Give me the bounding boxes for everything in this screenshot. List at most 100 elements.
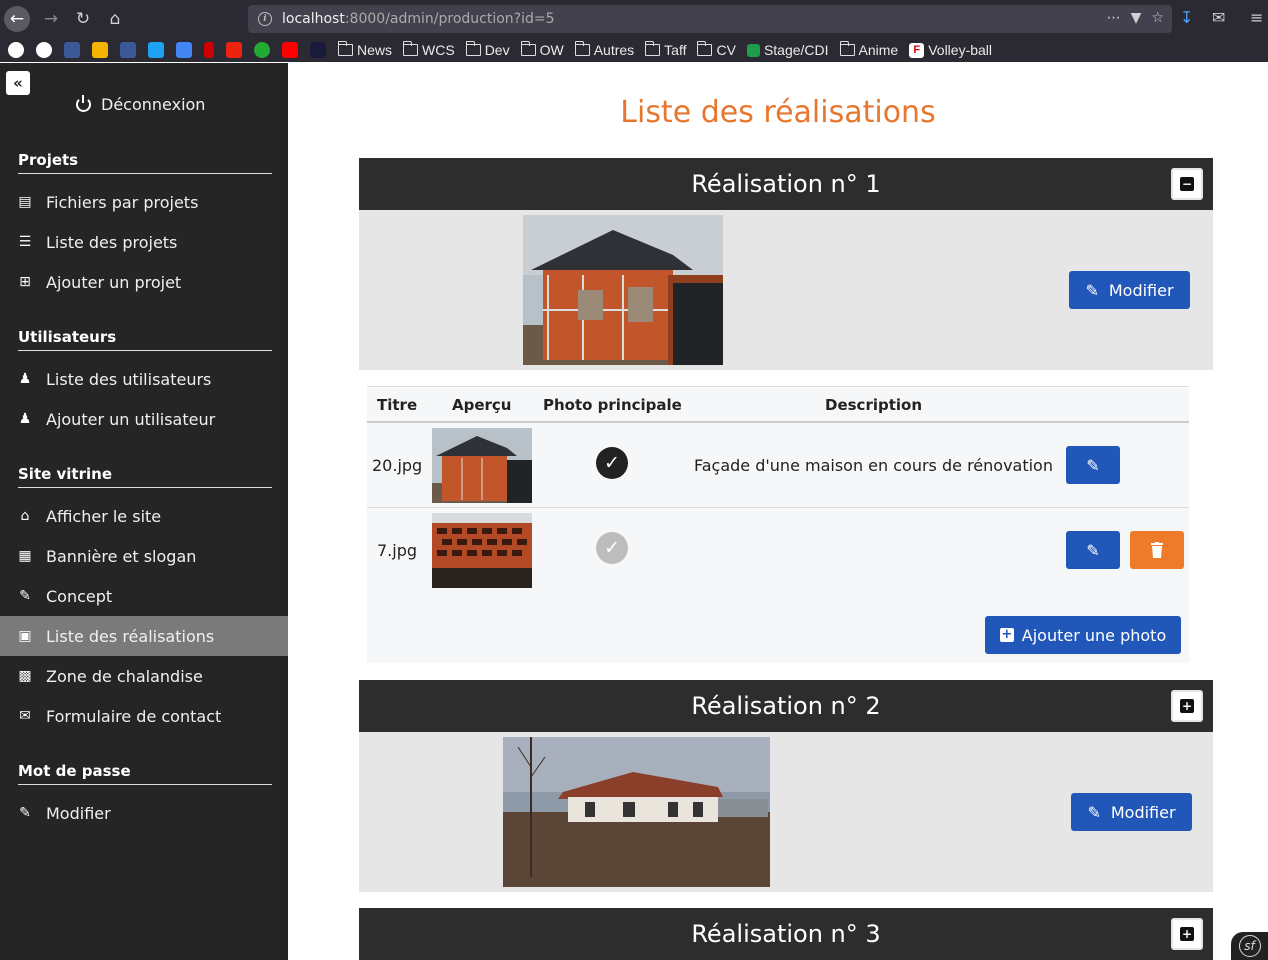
bookmark-dev[interactable]: Dev — [465, 41, 510, 58]
sidebar-item-label: Formulaire de contact — [46, 706, 222, 726]
sidebar-item-realisations[interactable]: ▣ Liste des réalisations — [0, 616, 288, 656]
page-title: Liste des réalisations — [620, 95, 936, 130]
table-header-divider — [367, 421, 1189, 423]
symfony-toolbar-icon[interactable]: sf — [1231, 932, 1268, 960]
sidebar-item-label: Liste des réalisations — [46, 626, 215, 646]
bookmark-anime[interactable]: Anime — [839, 41, 898, 58]
home-icon[interactable]: ⌂ — [102, 6, 128, 32]
pencil-icon: ✎ — [1087, 802, 1101, 822]
col-apercu: Aperçu — [452, 396, 512, 414]
sidebar-item-concept[interactable]: ✎ Concept — [0, 576, 288, 616]
edit-photo-button[interactable]: ✎ — [1066, 531, 1120, 569]
star-icon[interactable]: ☆ — [1151, 10, 1164, 26]
translate-icon[interactable] — [176, 42, 192, 58]
plus-square-icon: + — [1180, 927, 1194, 941]
realisation-header: Réalisation n° 2 + — [359, 680, 1213, 732]
bookmark-news[interactable]: News — [338, 41, 392, 58]
section-title-mot-de-passe: Mot de passe — [18, 762, 272, 785]
sidebar-item-banniere[interactable]: ▦ Bannière et slogan — [0, 536, 288, 576]
edit-icon: ✎ — [19, 588, 31, 604]
twitter-icon[interactable] — [148, 42, 164, 58]
main-photo-check-icon: ✓ — [596, 447, 628, 479]
edit-photo-button[interactable]: ✎ — [1066, 446, 1120, 484]
info-icon[interactable]: i — [258, 12, 272, 26]
sidebar-item-afficher-site[interactable]: ⌂ Afficher le site — [0, 496, 288, 536]
trash-icon — [1151, 542, 1163, 558]
url-bar[interactable]: i localhost:8000/admin/production?id=5 ⋯… — [248, 5, 1172, 33]
sidebar-item-modifier-mdp[interactable]: ✎ Modifier — [0, 793, 288, 833]
bookmark-volley[interactable]: F Volley-ball — [909, 42, 992, 58]
folder-icon — [338, 41, 353, 56]
realisation-main-photo — [523, 215, 723, 365]
users-icon: ♟ — [18, 371, 32, 387]
sidebar-item-fichiers[interactable]: ▤ Fichiers par projets — [0, 182, 288, 222]
forward-icon[interactable]: → — [38, 6, 64, 32]
download-icon[interactable]: ↧ — [1180, 8, 1193, 27]
sidebar-item-liste-projets[interactable]: ☰ Liste des projets — [0, 222, 288, 262]
mail-icon[interactable]: ✉ — [1212, 8, 1225, 27]
epic-icon[interactable] — [310, 42, 326, 58]
folder-icon — [697, 41, 713, 56]
sidebar-item-label: Modifier — [46, 803, 111, 823]
expand-button[interactable]: + — [1171, 918, 1203, 950]
folder-icon — [520, 41, 536, 56]
collapse-sidebar-button[interactable]: « — [6, 71, 30, 95]
feedly-icon[interactable] — [254, 42, 270, 58]
bookmark-wcs[interactable]: WCS — [403, 41, 455, 58]
pocket-icon[interactable]: ▼ — [1131, 10, 1142, 26]
folder-icon — [403, 41, 419, 56]
sidebar-item-label: Ajouter un utilisateur — [46, 409, 216, 429]
section-title-projets: Projets — [18, 151, 272, 174]
realisation-header: Réalisation n° 3 + — [359, 908, 1213, 960]
bookmark-autres[interactable]: Autres — [574, 41, 634, 58]
modifier-realisation-button[interactable]: ✎ Modifier — [1069, 271, 1190, 309]
sidebar-item-ajouter-projet[interactable]: ⊞ Ajouter un projet — [0, 262, 288, 302]
col-photo-principale: Photo principale — [543, 396, 682, 414]
envelope-icon: ✉ — [19, 708, 31, 724]
collapse-button[interactable]: − — [1171, 168, 1203, 200]
youtube-icon[interactable] — [282, 42, 298, 58]
expand-button[interactable]: + — [1171, 690, 1203, 722]
sidebar-item-label: Zone de chalandise — [46, 666, 203, 686]
sidebar-item-formulaire-contact[interactable]: ✉ Formulaire de contact — [0, 696, 288, 736]
tasks-icon: ☰ — [18, 234, 32, 250]
home-icon: ⌂ — [20, 508, 30, 524]
add-photo-button[interactable]: + Ajouter une photo — [985, 616, 1181, 654]
realisation-main-photo — [503, 737, 770, 887]
drive-icon[interactable] — [92, 42, 108, 58]
row-divider — [367, 507, 1189, 508]
menu-icon[interactable]: ≡ — [1250, 8, 1263, 27]
back-icon[interactable]: ← — [4, 6, 30, 32]
col-description: Description — [825, 396, 923, 414]
logout-link[interactable]: Déconnexion — [76, 95, 205, 114]
bookmark-ow[interactable]: OW — [520, 41, 564, 58]
sidebar-item-label: Liste des utilisateurs — [46, 369, 212, 389]
sidebar-item-label: Afficher le site — [46, 506, 162, 526]
sidebar-item-zone-chalandise[interactable]: ▩ Zone de chalandise — [0, 656, 288, 696]
sidebar-item-ajouter-utilisateur[interactable]: ♟ Ajouter un utilisateur — [0, 399, 288, 439]
symfony-icon: sf — [1238, 935, 1261, 957]
bookmark-stage[interactable]: Stage/CDI — [746, 42, 829, 58]
user-plus-icon: ♟ — [18, 411, 32, 427]
table-border — [367, 386, 1189, 387]
pencil-icon: ✎ — [1085, 280, 1099, 300]
bank-icon[interactable] — [226, 42, 242, 58]
google-icon[interactable] — [8, 42, 24, 58]
facebook-icon[interactable] — [120, 42, 136, 58]
reload-icon[interactable]: ↻ — [70, 6, 96, 32]
sheet-icon — [746, 43, 760, 57]
delete-photo-button[interactable] — [1130, 531, 1184, 569]
bookmark-taff[interactable]: Taff — [645, 41, 686, 58]
bookmark-cv[interactable]: CV — [697, 41, 736, 58]
quora-icon[interactable] — [204, 42, 214, 58]
cell-titre: 20.jpg — [372, 456, 423, 475]
sidebar-item-liste-utilisateurs[interactable]: ♟ Liste des utilisateurs — [0, 359, 288, 399]
col-titre: Titre — [377, 396, 418, 414]
google-icon[interactable] — [36, 42, 52, 58]
facebook-icon[interactable] — [64, 42, 80, 58]
more-icon[interactable]: ⋯ — [1107, 10, 1121, 26]
set-main-photo-check-icon[interactable]: ✓ — [596, 532, 628, 564]
modifier-realisation-button[interactable]: ✎ Modifier — [1071, 793, 1192, 831]
sidebar-item-label: Liste des projets — [46, 232, 178, 252]
volley-icon: F — [909, 42, 925, 58]
